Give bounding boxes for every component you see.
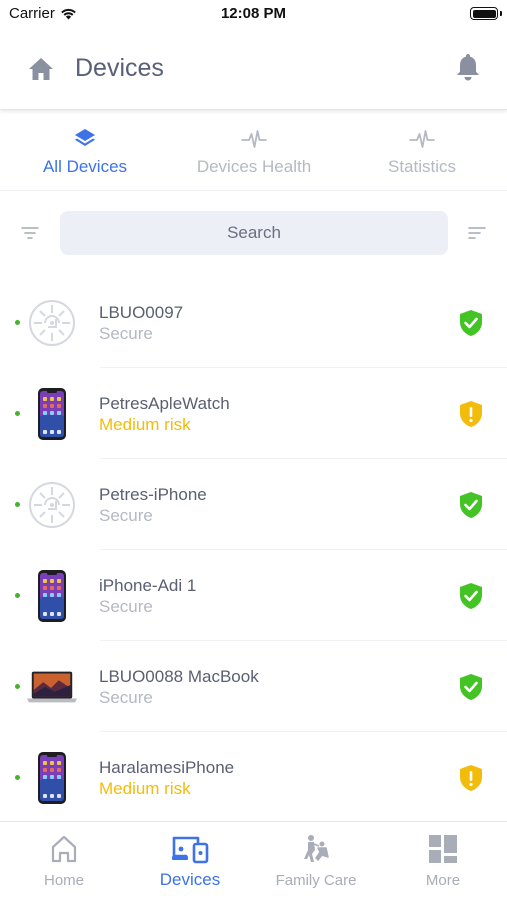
home-button[interactable] (27, 56, 55, 82)
online-indicator (15, 775, 20, 780)
grid-icon (429, 835, 457, 863)
device-name: LBUO0088 MacBook (99, 667, 259, 686)
nav-label: More (425, 872, 461, 889)
device-thumbnail (26, 570, 78, 622)
device-thumbnail (26, 479, 78, 531)
search-input[interactable] (60, 211, 448, 255)
device-name: LBUO0097 (99, 303, 184, 322)
online-indicator (15, 320, 20, 325)
device-thumbnail (26, 752, 78, 804)
filter-button[interactable] (19, 224, 41, 242)
bottom-nav: Home Devices Family Care More (0, 821, 507, 900)
nav-family-care[interactable]: Family Care (253, 832, 379, 889)
nav-label: Family Care (275, 872, 357, 889)
home-outline-icon (51, 835, 77, 863)
generic-device-icon (29, 482, 75, 528)
bell-icon (457, 54, 479, 81)
shield-warning-icon (460, 401, 482, 427)
device-status: Secure (99, 597, 153, 616)
laptop-icon (26, 671, 78, 703)
battery-tip (500, 11, 502, 16)
device-name: iPhone-Adi 1 (99, 576, 197, 595)
device-row[interactable]: Petres-iPhone Secure (0, 459, 507, 550)
shield-check-icon (460, 310, 482, 336)
nav-label: Home (43, 872, 84, 889)
device-row[interactable]: LBUO0097 Secure (0, 277, 507, 368)
nav-devices[interactable]: Devices (127, 832, 253, 890)
device-row[interactable]: LBUO0088 MacBook Secure (0, 641, 507, 732)
layers-icon (75, 129, 95, 146)
device-status: Secure (99, 688, 153, 707)
shield-warning-icon (460, 765, 482, 791)
tab-label: Devices Health (196, 157, 312, 176)
tab-devices-health[interactable]: Devices Health (169, 127, 339, 177)
sort-button[interactable] (466, 224, 488, 242)
online-indicator (15, 502, 20, 507)
home-icon (29, 58, 53, 80)
shield-check-icon (460, 674, 482, 700)
battery-icon (470, 7, 498, 20)
online-indicator (15, 593, 20, 598)
notifications-button[interactable] (455, 52, 481, 82)
devices-icon (172, 836, 209, 864)
device-tabs: All Devices Devices Health Statistics (0, 113, 507, 191)
device-row[interactable]: HaralamesiPhone Medium risk (0, 732, 507, 823)
device-status: Secure (99, 324, 153, 343)
generic-device-icon (29, 300, 75, 346)
status-bar: Carrier 12:08 PM (0, 0, 507, 28)
online-indicator (15, 684, 20, 689)
family-care-icon (304, 835, 329, 862)
tab-label: All Devices (42, 157, 128, 176)
filter-icon (21, 227, 39, 239)
search-row (0, 210, 507, 256)
device-row[interactable]: PetresApleWatch Medium risk (0, 368, 507, 459)
nav-home[interactable]: Home (1, 832, 127, 889)
device-name: PetresApleWatch (99, 394, 230, 413)
shield-check-icon (460, 492, 482, 518)
pulse-icon (409, 130, 435, 148)
tab-statistics[interactable]: Statistics (337, 127, 507, 177)
device-row[interactable]: iPhone-Adi 1 Secure (0, 550, 507, 641)
device-status: Secure (99, 506, 153, 525)
tab-label: Statistics (387, 157, 457, 176)
device-status: Medium risk (99, 415, 191, 434)
clock: 12:08 PM (220, 5, 287, 22)
app-header: Devices (0, 28, 507, 110)
device-thumbnail (26, 661, 78, 713)
battery-level (472, 9, 496, 18)
pulse-icon (241, 130, 267, 148)
phone-icon (38, 752, 66, 804)
phone-icon (38, 388, 66, 440)
device-thumbnail (26, 297, 78, 349)
shield-check-icon (460, 583, 482, 609)
nav-label: Devices (159, 870, 221, 889)
device-status: Medium risk (99, 779, 191, 798)
nav-more[interactable]: More (380, 832, 506, 889)
device-list: LBUO0097 Secure PetresApleWatch Medium r… (0, 277, 507, 823)
device-name: HaralamesiPhone (99, 758, 235, 777)
online-indicator (15, 411, 20, 416)
page-title: Devices (75, 54, 164, 82)
phone-icon (38, 570, 66, 622)
sort-icon (468, 227, 486, 239)
device-thumbnail (26, 388, 78, 440)
device-name: Petres-iPhone (99, 485, 207, 504)
tab-all-devices[interactable]: All Devices (0, 127, 170, 177)
